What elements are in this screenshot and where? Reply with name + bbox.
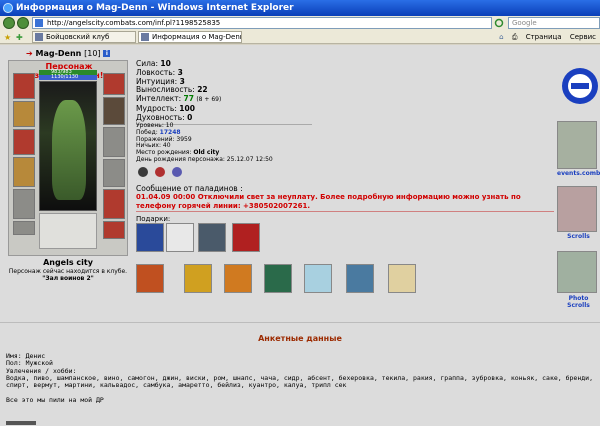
gift-banner[interactable] — [198, 223, 226, 252]
events-scroll-icon[interactable] — [557, 121, 597, 169]
gift-card[interactable] — [232, 223, 260, 252]
address-input[interactable]: http://angelscity.combats.com/inf.pl?119… — [32, 17, 492, 29]
window-titlebar: Информация о Mag-Denn - Windows Internet… — [0, 0, 600, 16]
mp-bar: 1130/1130 — [39, 75, 97, 80]
profile-section-title: Анкетные данные — [258, 334, 342, 343]
service-menu[interactable]: Сервис — [570, 33, 596, 41]
gift-postcard[interactable] — [388, 264, 416, 293]
events-label[interactable]: events.combats.c — [557, 170, 600, 177]
page-content: ➔ Mag-Denn [10] i Персонаж заблокирован!… — [0, 45, 600, 426]
empty-slot[interactable] — [103, 159, 125, 187]
profile-closing: Все это мы пили на мой ДР — [6, 395, 104, 404]
gifts-title: Подарки: — [136, 215, 171, 223]
armor-slot[interactable] — [13, 189, 35, 219]
clan-badge-icon[interactable] — [138, 167, 148, 177]
guild-emblem — [39, 213, 97, 249]
gift-postcard[interactable] — [346, 264, 374, 293]
gift-book[interactable] — [136, 223, 164, 252]
print-icon[interactable]: ⎙ — [512, 33, 518, 41]
gift-postcard[interactable] — [224, 264, 252, 293]
profile-text: Имя: Денис Пол: Мужской Увлечения / хобб… — [6, 352, 593, 404]
refresh-icon[interactable] — [494, 18, 504, 28]
gloves-slot[interactable] — [103, 73, 125, 95]
search-placeholder: Google — [512, 19, 537, 27]
tab-fight-club[interactable]: Бойцовский клуб — [32, 31, 136, 43]
earrings-slot[interactable] — [13, 101, 35, 127]
page-icon — [35, 19, 43, 27]
shield-slot[interactable] — [103, 127, 125, 157]
toolbar-right: ⌂ ⎙ Страница Сервис — [499, 31, 596, 43]
character-nick[interactable]: Mag-Denn — [36, 49, 82, 58]
paladins-message: 01.04.09 00:00 Отключили свет за неуплат… — [136, 193, 521, 210]
footer-bar — [6, 421, 36, 425]
info-block: Уровень: 10 Побед: 17248 Поражений: 3959… — [136, 122, 273, 164]
arrow-icon: ➔ — [26, 49, 33, 58]
profile-hobbies-line2: спирт, вермут, мартини, кальвадос, самбу… — [6, 381, 347, 390]
tab-character-info[interactable]: Информация о Mag-Denn — [138, 31, 242, 43]
search-input[interactable]: Google — [508, 17, 600, 29]
address-bar-row: http://angelscity.combats.com/inf.pl?119… — [0, 16, 600, 30]
boots-slot[interactable] — [103, 221, 125, 239]
location-room: "Зал воинов 2" — [42, 275, 94, 282]
tab-label: Информация о Mag-Denn — [152, 33, 242, 41]
page-menu[interactable]: Страница — [526, 33, 562, 41]
city-name: Angels city — [43, 258, 93, 267]
tab-label: Бойцовский клуб — [46, 33, 110, 41]
gift-figure[interactable] — [166, 223, 194, 252]
stats-block: Сила: 10 Ловкость: 3 Интуиция: 3 Выносли… — [136, 59, 221, 123]
info-icon[interactable]: i — [103, 50, 111, 57]
mp-value: 1130/1130 — [51, 74, 79, 80]
favorites-star-icon[interactable]: ★ — [4, 33, 11, 42]
section-divider — [0, 322, 600, 323]
location-line: Персонаж сейчас находится в клубе. — [8, 268, 128, 275]
rank-badge-icon[interactable] — [172, 167, 182, 177]
gift-postcard[interactable] — [184, 264, 212, 293]
add-favorites-icon[interactable]: ✚ — [16, 33, 23, 42]
divider-red — [136, 211, 554, 212]
paladins-title: Сообщение от паладинов : — [136, 184, 243, 193]
info-birthday: День рождения персонажа: 25.12.07 12:50 — [136, 155, 273, 163]
gift-postcard[interactable] — [136, 264, 164, 293]
photo-scrolls-label[interactable]: Photo Scrolls — [557, 295, 600, 309]
belt-slot[interactable] — [13, 221, 35, 235]
character-avatar[interactable] — [39, 81, 97, 211]
gift-postcard[interactable] — [264, 264, 292, 293]
tab-site-icon — [141, 33, 149, 41]
tab-bar: ★ ✚ Бойцовский клуб Информация о Mag-Den… — [0, 30, 600, 44]
pants-slot[interactable] — [103, 189, 125, 219]
character-panel: Персонаж заблокирован! 983/983 1130/1130 — [8, 60, 128, 256]
align-badge-icon[interactable] — [155, 167, 165, 177]
site-logo-icon[interactable] — [561, 63, 599, 109]
amulet-slot[interactable] — [13, 129, 35, 155]
window-title: Информация о Mag-Denn - Windows Internet… — [16, 3, 294, 13]
gift-postcard[interactable] — [304, 264, 332, 293]
scrolls-label[interactable]: Scrolls — [557, 233, 600, 240]
character-figure — [52, 100, 86, 200]
helmet-slot[interactable] — [13, 73, 35, 99]
address-url: http://angelscity.combats.com/inf.pl?119… — [47, 19, 221, 27]
character-nick-line: ➔ Mag-Denn [10] i — [26, 49, 111, 58]
weapon-slot[interactable] — [13, 157, 35, 187]
ie-logo-icon — [3, 3, 13, 13]
home-icon[interactable]: ⌂ — [499, 33, 503, 41]
character-level: [10] — [84, 49, 101, 58]
back-button[interactable] — [3, 17, 15, 29]
photo-scrolls-icon[interactable] — [557, 251, 597, 293]
forward-button[interactable] — [17, 17, 29, 29]
ring-slot[interactable] — [103, 97, 125, 125]
tab-site-icon — [35, 33, 43, 41]
scrolls-icon[interactable] — [557, 186, 597, 232]
